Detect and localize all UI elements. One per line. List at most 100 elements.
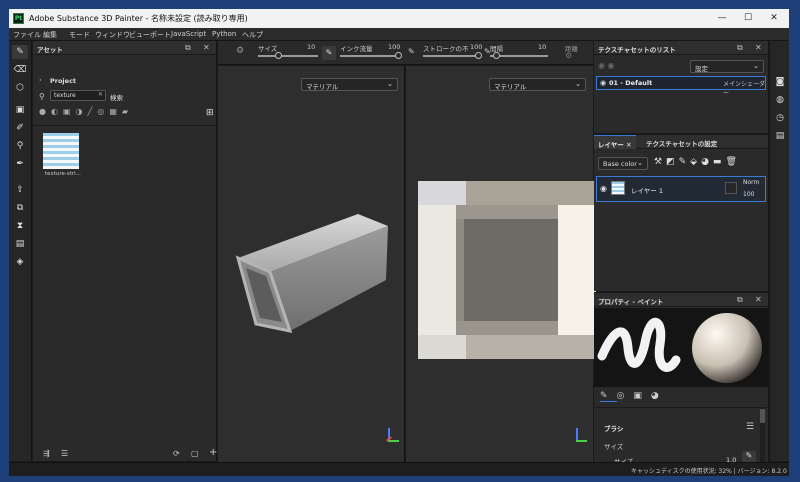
texture-set-settings-dropdown[interactable]: 設定 ⌄ (690, 60, 764, 73)
tab-texture-set-settings[interactable]: テクスチャセットの設定 (646, 138, 717, 148)
clear-search-icon[interactable]: ✕ (98, 91, 103, 98)
layer-row[interactable]: ◉ レイヤー 1 Norm 100 (596, 176, 766, 202)
history-tool-icon[interactable]: ⧗ (12, 219, 28, 233)
spacing-slider-knob[interactable] (493, 52, 500, 59)
maximize-button[interactable]: ☐ (735, 11, 761, 26)
close-icon[interactable]: ✕ (626, 141, 631, 149)
filter-pattern-icon[interactable]: ▦ (109, 107, 122, 116)
filter-alpha-icon[interactable]: ◎ (97, 107, 109, 116)
brush-stroke-preview (597, 313, 762, 383)
flow-slider-knob[interactable] (395, 52, 402, 59)
chevron-right-icon[interactable]: › (39, 76, 42, 84)
visibility-all-icon[interactable]: ◉ ◉ (598, 61, 615, 70)
menu-javascript[interactable]: JavaScript (171, 30, 206, 38)
history-icon[interactable]: ◷ (772, 111, 788, 125)
layer-mask-slot[interactable] (725, 182, 737, 194)
search-input[interactable]: texture ✕ (50, 90, 106, 101)
add-folder-icon[interactable]: ▬ (713, 157, 726, 167)
bake-tool-icon[interactable]: ⧉ (12, 201, 28, 215)
add-icon[interactable]: + (209, 447, 217, 458)
texture-set-shader[interactable]: メインシェーダー (723, 79, 765, 97)
asset-filter-bar: ●◐▣◑╱◎▦▰ (39, 107, 209, 121)
smudge-tool-icon[interactable]: ✐ (12, 121, 28, 135)
breadcrumb[interactable]: Project (50, 77, 76, 85)
flow-pressure-icon[interactable]: ✎ (408, 47, 415, 56)
brush-tab-icon[interactable]: ✎ (600, 391, 617, 402)
filter-environment-icon[interactable]: ▰ (122, 107, 133, 116)
viewport-3d[interactable]: マテリアル ⌄ (218, 66, 405, 462)
add-mask-icon[interactable]: ◩ (666, 157, 679, 167)
minimize-button[interactable]: — (709, 11, 735, 26)
layer-opacity[interactable]: 100 (743, 191, 754, 198)
filter-material-icon[interactable]: ● (39, 107, 51, 116)
refresh-icon[interactable]: ⟳ (173, 449, 180, 458)
filter-brush-icon[interactable]: ╱ (88, 107, 98, 116)
brush-presets-icon[interactable]: ☰ (746, 422, 754, 432)
texture-set-item[interactable]: ◉ 01 - Default メインシェーダー (596, 76, 766, 97)
layer-visibility-eye-icon[interactable]: ◉ (600, 184, 607, 193)
add-effect-icon[interactable]: ⚒ (654, 157, 666, 167)
material-dropdown-2d[interactable]: マテリアル ⌄ (489, 78, 586, 91)
display-settings-icon[interactable]: ◍ (772, 93, 788, 107)
add-smart-material-icon[interactable]: ◕ (701, 157, 713, 167)
menu-window[interactable]: ウィンドウ (95, 30, 130, 40)
filter-smart-material-icon[interactable]: ◐ (51, 107, 63, 116)
filter-texture-icon[interactable]: ▣ (63, 107, 76, 116)
lazy-mouse-icon[interactable]: ⚙ (236, 46, 244, 56)
assets-panel: アセット ⧉ ✕ › Project ⚲ texture ✕ 検索 ●◐▣◑╱◎… (33, 41, 217, 461)
float-icon[interactable]: ⧉ (737, 43, 743, 53)
import-icon[interactable]: ⇶ (43, 449, 50, 458)
eye-icon[interactable]: ◉ (600, 79, 606, 87)
new-folder-icon[interactable]: ▢ (191, 449, 199, 458)
float-icon[interactable]: ⧉ (737, 295, 743, 305)
flow-slider[interactable] (340, 55, 400, 57)
shelf-tool-icon[interactable]: ▤ (12, 237, 28, 251)
geometry-mask-icon[interactable]: ▣ (12, 103, 28, 117)
stroke-slider[interactable] (423, 55, 480, 57)
close-icon[interactable]: ✕ (203, 43, 210, 52)
list-options-icon[interactable]: ☰ (61, 449, 68, 458)
size-slider[interactable] (258, 55, 318, 57)
size-slider-knob[interactable] (275, 52, 282, 59)
pen-pressure-icon[interactable]: ✎ (322, 46, 336, 60)
grid-view-icon[interactable]: ⊞ (206, 108, 214, 118)
brush-tool-icon[interactable]: ✎ (12, 45, 28, 59)
projection-tool-icon[interactable]: ⬡ (12, 81, 28, 95)
clone-tool-icon[interactable]: ⚲ (12, 139, 28, 153)
tab-layers[interactable]: レイヤー ✕ (594, 135, 636, 149)
asset-thumbnail-label: texture-stri... (45, 171, 81, 177)
display-tool-icon[interactable]: ◈ (12, 255, 28, 269)
delete-layer-icon[interactable]: 🗑 (725, 157, 740, 167)
export-tool-icon[interactable]: ⇪ (12, 183, 28, 197)
symmetry-icon[interactable]: ⚙ (565, 51, 572, 60)
add-fill-layer-icon[interactable]: ⬙ (690, 157, 701, 167)
alpha-tab-icon[interactable]: ◎ (617, 391, 634, 401)
material-dropdown-3d[interactable]: マテリアル ⌄ (301, 78, 398, 91)
channel-dropdown[interactable]: Base color ⌄ (598, 157, 648, 170)
menu-mode[interactable]: モード (69, 30, 90, 40)
asset-thumbnail[interactable] (43, 133, 79, 169)
material-tab-icon[interactable]: ◕ (651, 391, 668, 401)
stencil-tab-icon[interactable]: ▣ (633, 391, 651, 401)
menu-file[interactable]: ファイル (13, 30, 41, 40)
close-button[interactable]: ✕ (761, 11, 787, 26)
close-icon[interactable]: ✕ (755, 295, 762, 304)
stroke-slider-knob[interactable] (475, 52, 482, 59)
layer-name[interactable]: レイヤー 1 (631, 185, 663, 195)
camera-icon[interactable]: ◙ (772, 75, 788, 89)
uv-texture-preview (418, 181, 596, 359)
log-icon[interactable]: ▤ (772, 129, 788, 143)
viewport-2d[interactable]: マテリアル ⌄ (406, 66, 596, 462)
menu-viewport[interactable]: ビューポート (129, 30, 171, 40)
blend-mode[interactable]: Norm (743, 179, 759, 186)
float-icon[interactable]: ⧉ (185, 43, 191, 53)
scrollbar[interactable] (760, 407, 765, 463)
eraser-tool-icon[interactable]: ⌫ (12, 63, 28, 77)
menu-edit[interactable]: 編集 (43, 30, 57, 40)
menu-python[interactable]: Python (212, 30, 236, 38)
picker-tool-icon[interactable]: ✒ (12, 157, 28, 171)
menu-help[interactable]: ヘルプ (242, 30, 263, 40)
close-icon[interactable]: ✕ (755, 43, 762, 52)
filter-filter-icon[interactable]: ◑ (76, 107, 88, 116)
add-paint-layer-icon[interactable]: ✎ (679, 157, 691, 167)
